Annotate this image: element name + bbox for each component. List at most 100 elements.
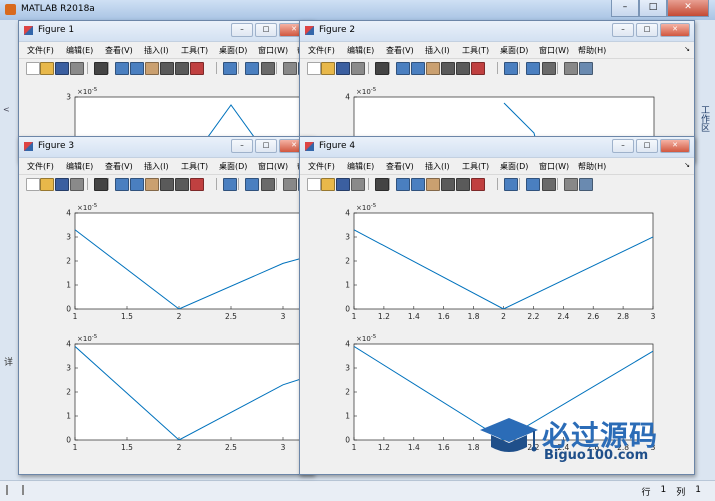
menu-item-5[interactable]: 桌面(D): [500, 45, 528, 56]
pan-hand-icon[interactable]: [426, 178, 440, 191]
save-icon[interactable]: [336, 178, 350, 191]
hide-plot-tools-icon[interactable]: [283, 62, 297, 75]
figure-close-button[interactable]: ✕: [660, 23, 690, 37]
print-icon[interactable]: [351, 178, 365, 191]
figure-minimize-button[interactable]: –: [612, 139, 634, 153]
menu-item-5[interactable]: 桌面(D): [500, 161, 528, 172]
matlab-title-bar[interactable]: MATLAB R2018a – □ ✕: [0, 0, 715, 21]
menu-item-2[interactable]: 查看(V): [105, 161, 133, 172]
zoom-in-icon[interactable]: [115, 178, 129, 191]
menu-item-2[interactable]: 查看(V): [386, 161, 414, 172]
figure-window-3[interactable]: Figure 3–□✕文件(F)编辑(E)查看(V)插入(I)工具(T)桌面(D…: [18, 136, 314, 475]
rotate-icon[interactable]: [441, 178, 455, 191]
brush-icon[interactable]: [190, 178, 204, 191]
colorbar-icon[interactable]: [245, 62, 259, 75]
colorbar-icon[interactable]: [526, 178, 540, 191]
open-folder-icon[interactable]: [40, 178, 54, 191]
zoom-in-icon[interactable]: [396, 178, 410, 191]
data-cursor-icon[interactable]: [175, 178, 189, 191]
menu-item-4[interactable]: 工具(T): [181, 45, 208, 56]
print-icon[interactable]: [70, 62, 84, 75]
print-icon[interactable]: [70, 178, 84, 191]
open-folder-icon[interactable]: [40, 62, 54, 75]
menu-item-6[interactable]: 窗口(W): [539, 45, 569, 56]
figure-title-bar[interactable]: Figure 4–□✕: [300, 137, 694, 158]
zoom-out-icon[interactable]: [411, 62, 425, 75]
menu-item-1[interactable]: 编辑(E): [347, 161, 374, 172]
maximize-button[interactable]: □: [639, 0, 667, 17]
pan-hand-icon[interactable]: [145, 62, 159, 75]
pointer-icon[interactable]: [375, 62, 389, 75]
new-file-icon[interactable]: [26, 62, 40, 75]
new-file-icon[interactable]: [307, 62, 321, 75]
brush-icon[interactable]: [190, 62, 204, 75]
axes[interactable]: 01234×10-511.522.53: [66, 203, 313, 321]
legend-icon[interactable]: [542, 62, 556, 75]
rotate-icon[interactable]: [441, 62, 455, 75]
save-icon[interactable]: [55, 178, 69, 191]
colorbar-icon[interactable]: [245, 178, 259, 191]
colorbar-icon[interactable]: [526, 62, 540, 75]
menu-dock-arrow-icon[interactable]: ↘: [684, 161, 690, 169]
zoom-in-icon[interactable]: [396, 62, 410, 75]
menu-item-0[interactable]: 文件(F): [308, 161, 335, 172]
figure-title-bar[interactable]: Figure 2–□✕: [300, 21, 694, 42]
menu-item-3[interactable]: 插入(I): [425, 161, 450, 172]
figure-minimize-button[interactable]: –: [612, 23, 634, 37]
brush-icon[interactable]: [471, 178, 485, 191]
menu-item-4[interactable]: 工具(T): [462, 161, 489, 172]
data-cursor-icon[interactable]: [456, 62, 470, 75]
pointer-icon[interactable]: [94, 178, 108, 191]
link-plot-icon[interactable]: [223, 178, 237, 191]
zoom-out-icon[interactable]: [411, 178, 425, 191]
figure-maximize-button[interactable]: □: [636, 23, 658, 37]
link-plot-icon[interactable]: [504, 62, 518, 75]
menu-item-3[interactable]: 插入(I): [144, 161, 169, 172]
menu-item-4[interactable]: 工具(T): [462, 45, 489, 56]
data-cursor-icon[interactable]: [175, 62, 189, 75]
menu-item-6[interactable]: 窗口(W): [258, 161, 288, 172]
axes[interactable]: 01234×10-511.21.41.61.822.22.42.62.83: [345, 203, 655, 321]
workspace-tab[interactable]: 工作区: [699, 105, 711, 132]
figure-minimize-button[interactable]: –: [231, 23, 253, 37]
zoom-out-icon[interactable]: [130, 178, 144, 191]
menu-item-0[interactable]: 文件(F): [27, 45, 54, 56]
figure-title-bar[interactable]: Figure 3–□✕: [19, 137, 313, 158]
menu-item-5[interactable]: 桌面(D): [219, 161, 247, 172]
legend-icon[interactable]: [261, 178, 275, 191]
figure-maximize-button[interactable]: □: [636, 139, 658, 153]
brush-icon[interactable]: [471, 62, 485, 75]
link-plot-icon[interactable]: [223, 62, 237, 75]
menu-item-7[interactable]: 帮助(H): [578, 161, 606, 172]
collapse-arrow-icon[interactable]: <: [3, 105, 10, 114]
pointer-icon[interactable]: [94, 62, 108, 75]
figure-maximize-button[interactable]: □: [255, 139, 277, 153]
new-file-icon[interactable]: [26, 178, 40, 191]
menu-item-7[interactable]: 帮助(H): [578, 45, 606, 56]
axes[interactable]: 01234×10-511.522.53: [66, 334, 313, 452]
save-icon[interactable]: [336, 62, 350, 75]
menu-item-4[interactable]: 工具(T): [181, 161, 208, 172]
menu-item-0[interactable]: 文件(F): [308, 45, 335, 56]
menu-item-6[interactable]: 窗口(W): [258, 45, 288, 56]
menu-item-1[interactable]: 编辑(E): [347, 45, 374, 56]
menu-item-1[interactable]: 编辑(E): [66, 161, 93, 172]
close-button[interactable]: ✕: [667, 0, 709, 17]
menu-item-6[interactable]: 窗口(W): [539, 161, 569, 172]
legend-icon[interactable]: [261, 62, 275, 75]
data-cursor-icon[interactable]: [456, 178, 470, 191]
minimize-button[interactable]: –: [611, 0, 639, 17]
pointer-icon[interactable]: [375, 178, 389, 191]
rotate-icon[interactable]: [160, 62, 174, 75]
print-icon[interactable]: [351, 62, 365, 75]
legend-icon[interactable]: [542, 178, 556, 191]
save-icon[interactable]: [55, 62, 69, 75]
hide-plot-tools-icon[interactable]: [564, 62, 578, 75]
menu-dock-arrow-icon[interactable]: ↘: [684, 45, 690, 53]
zoom-in-icon[interactable]: [115, 62, 129, 75]
hide-plot-tools-icon[interactable]: [283, 178, 297, 191]
rotate-icon[interactable]: [160, 178, 174, 191]
menu-item-5[interactable]: 桌面(D): [219, 45, 247, 56]
figure-title-bar[interactable]: Figure 1–□✕: [19, 21, 313, 42]
new-file-icon[interactable]: [307, 178, 321, 191]
